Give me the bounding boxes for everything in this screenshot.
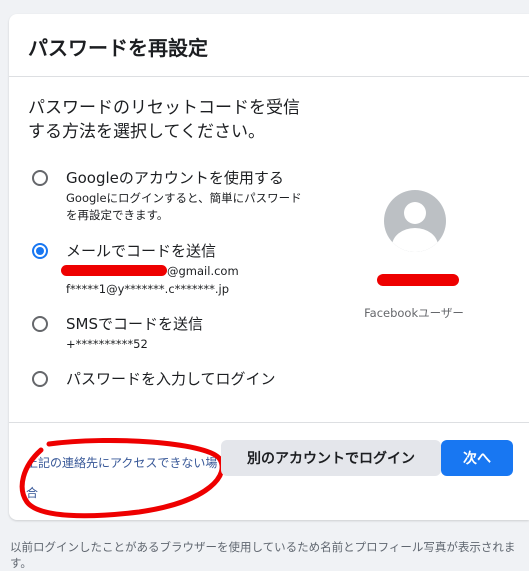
profile-name: Facebookユーザー [364, 306, 464, 320]
avatar [384, 190, 446, 252]
redaction-mark [377, 274, 459, 286]
footnote-text: 以前ログインしたことがあるブラウザーを使用しているため名前とプロフィール写真が表… [10, 540, 516, 570]
phone-masked: +**********52 [66, 337, 148, 351]
option-google-label[interactable]: Googleのアカウントを使用する [66, 167, 284, 188]
option-email-label[interactable]: メールでコードを送信 [66, 240, 216, 261]
cannot-access-link[interactable]: 上記の連絡先にアクセスできない場合 [26, 448, 221, 508]
radio-google[interactable] [32, 170, 48, 186]
avatar-head [404, 202, 426, 224]
intro-text: パスワードのリセットコードを受信する方法を選択してください。 [28, 98, 300, 142]
other-account-login-button[interactable]: 別のアカウントでログイン [221, 440, 441, 476]
profile-card: Facebookユーザー [349, 190, 479, 320]
radio-email[interactable] [32, 243, 48, 259]
dialog-title: パスワードを再設定 [28, 36, 208, 60]
dialog-header: パスワードを再設定 [9, 14, 529, 77]
option-password-label[interactable]: パスワードを入力してログイン [66, 368, 276, 389]
redaction-mark [61, 265, 167, 276]
email-suffix: @gmail.com [167, 264, 239, 278]
reset-password-dialog: パスワードを再設定 パスワードのリセットコードを受信する方法を選択してください。… [9, 14, 529, 520]
option-sms-label[interactable]: SMSでコードを送信 [66, 313, 203, 334]
avatar-body [392, 228, 438, 252]
footer-divider [9, 422, 529, 423]
radio-sms[interactable] [32, 316, 48, 332]
option-google-description: Googleにログインすると、簡単にパスワードを再設定できます。 [66, 191, 302, 222]
email-masked: f*****1@y*******.c*******.jp [66, 282, 230, 296]
radio-password[interactable] [32, 371, 48, 387]
next-button[interactable]: 次へ [441, 440, 513, 476]
